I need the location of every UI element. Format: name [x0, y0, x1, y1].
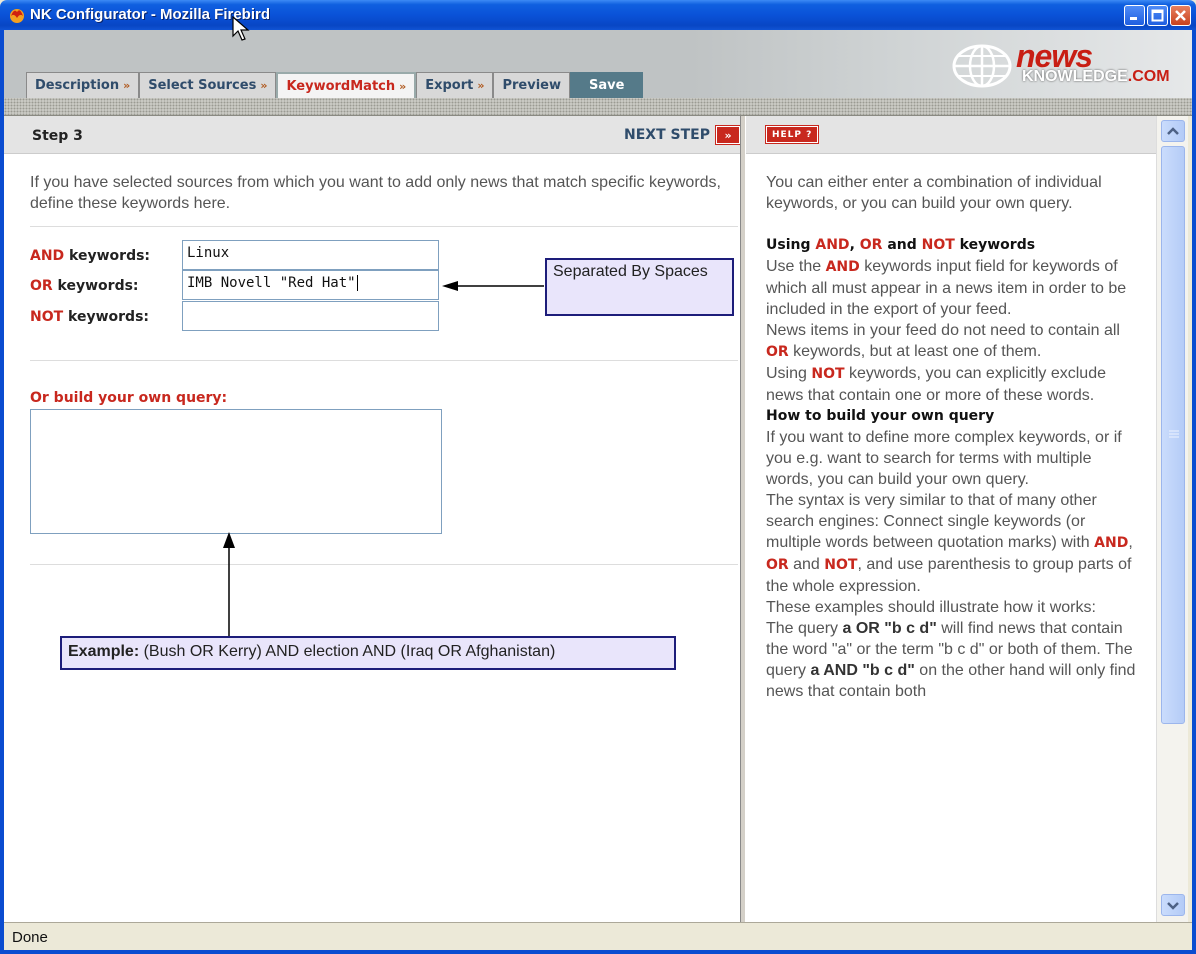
close-icon: [1175, 10, 1186, 21]
next-step-button[interactable]: NEXT STEP »: [624, 125, 741, 145]
newsknowledge-logo[interactable]: news KNOWLEDGE.COM: [952, 38, 1172, 92]
not-keywords-input[interactable]: [182, 301, 439, 331]
and-keywords-label: AND keywords:: [30, 248, 151, 264]
divider: [30, 226, 738, 227]
divider: [30, 564, 738, 565]
help-pane: HELP ? You can either enter a combinatio…: [746, 116, 1156, 922]
window-frame-right: [1192, 30, 1196, 954]
tab-description[interactable]: Description»: [26, 72, 140, 98]
header-divider: [4, 98, 1192, 116]
callout-arrow-up-icon: [223, 532, 235, 638]
tab-preview[interactable]: Preview: [493, 72, 570, 98]
help-bar: HELP ?: [746, 116, 1156, 154]
example-callout: Example: (Bush OR Kerry) AND election AN…: [60, 636, 676, 670]
mouse-cursor-icon: [232, 16, 250, 41]
window-frame-bottom: [0, 950, 1196, 954]
or-keywords-label: OR keywords:: [30, 278, 139, 294]
tab-arrow-icon: »: [477, 79, 485, 92]
or-keywords-input[interactable]: IMB Novell "Red Hat": [182, 270, 439, 300]
step-bar: Step 3 NEXT STEP »: [4, 116, 746, 154]
chevron-up-icon: [1167, 127, 1179, 135]
next-step-arrow-icon: »: [715, 125, 741, 145]
save-button[interactable]: Save: [570, 72, 644, 98]
status-bar: Done: [4, 922, 1192, 950]
firebird-icon: [10, 9, 24, 23]
close-button[interactable]: [1170, 5, 1191, 26]
grip-icon: [1169, 430, 1179, 438]
minimize-icon: [1130, 17, 1137, 20]
own-query-textarea[interactable]: [30, 409, 442, 534]
help-badge[interactable]: HELP ?: [764, 125, 820, 144]
separated-by-spaces-callout: Separated By Spaces: [545, 258, 734, 316]
help-scrollbar[interactable]: [1156, 116, 1188, 922]
not-keywords-label: NOT keywords:: [30, 309, 150, 325]
divider: [30, 360, 738, 361]
logo-knowledge-text: KNOWLEDGE.COM: [1022, 68, 1170, 85]
chevron-down-icon: [1167, 902, 1179, 910]
wizard-tabs: Description» Select Sources» KeywordMatc…: [26, 72, 644, 98]
maximize-button[interactable]: [1147, 5, 1168, 26]
tab-export[interactable]: Export»: [416, 72, 494, 98]
help-text: You can either enter a combination of in…: [766, 174, 1136, 700]
text-caret: [356, 275, 358, 291]
intro-text: If you have selected sources from which …: [30, 174, 721, 212]
globe-icon: [952, 44, 1012, 88]
tab-arrow-icon: »: [399, 79, 407, 93]
tab-keywordmatch[interactable]: KeywordMatch»: [276, 72, 417, 98]
scroll-down-button[interactable]: [1161, 894, 1185, 916]
maximize-icon: [1151, 9, 1164, 22]
tab-select-sources[interactable]: Select Sources»: [139, 72, 277, 98]
next-step-label: NEXT STEP: [624, 127, 710, 143]
scroll-thumb[interactable]: [1161, 146, 1185, 724]
callout-arrow-left-icon: [442, 281, 544, 291]
status-text: Done: [12, 929, 48, 946]
tab-arrow-icon: »: [260, 79, 268, 92]
scroll-up-button[interactable]: [1161, 120, 1185, 142]
own-query-label: Or build your own query:: [30, 390, 228, 406]
tab-arrow-icon: »: [123, 79, 131, 92]
title-bar: NK Configurator - Mozilla Firebird: [0, 0, 1196, 30]
minimize-button[interactable]: [1124, 5, 1145, 26]
and-keywords-input[interactable]: Linux: [182, 240, 439, 270]
keyword-form-pane: Step 3 NEXT STEP » If you have selected …: [4, 116, 746, 922]
step-title: Step 3: [32, 128, 83, 144]
